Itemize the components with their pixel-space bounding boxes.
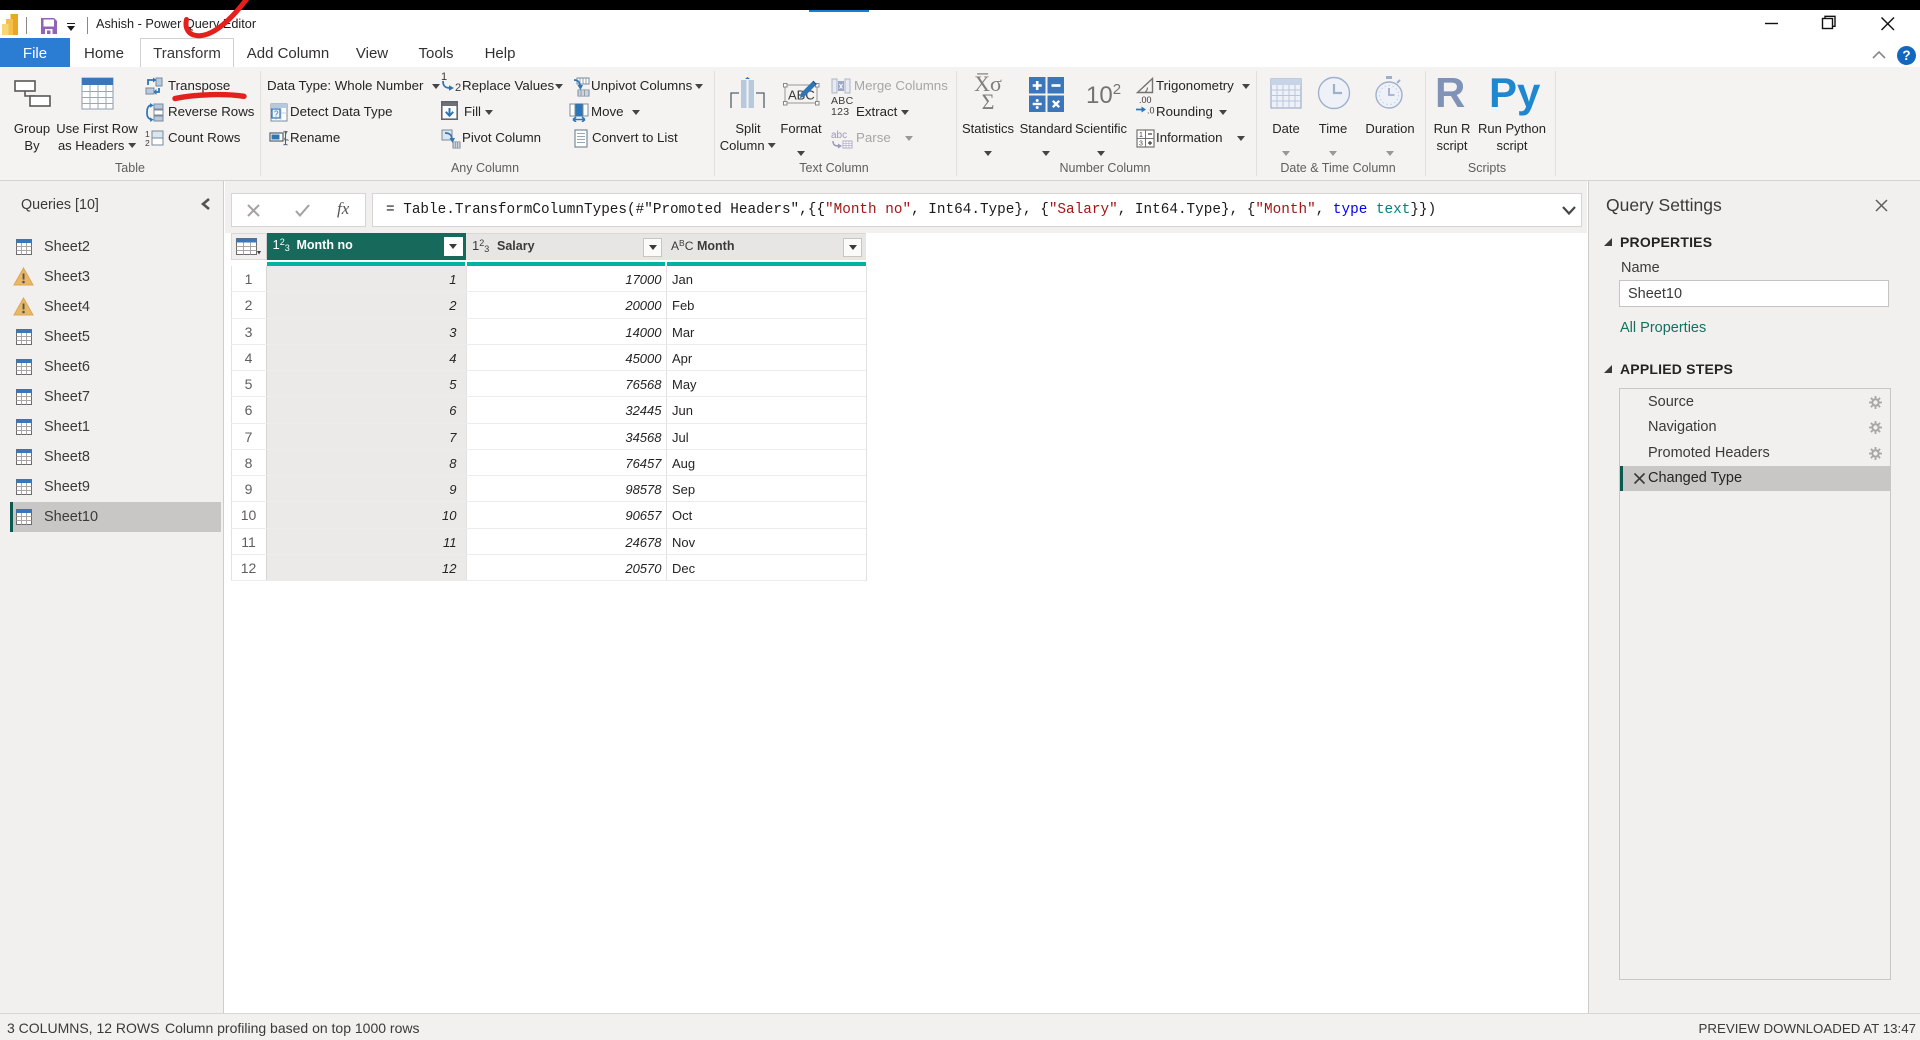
svg-text:3: 3 bbox=[1139, 141, 1143, 148]
svg-text:1: 1 bbox=[1139, 132, 1143, 139]
svg-text:.00: .00 bbox=[1139, 95, 1152, 105]
svg-text:?: ? bbox=[274, 110, 279, 119]
svg-text:abc: abc bbox=[831, 130, 847, 141]
svg-text:2: 2 bbox=[145, 138, 150, 148]
svg-text:.0: .0 bbox=[1147, 106, 1155, 116]
